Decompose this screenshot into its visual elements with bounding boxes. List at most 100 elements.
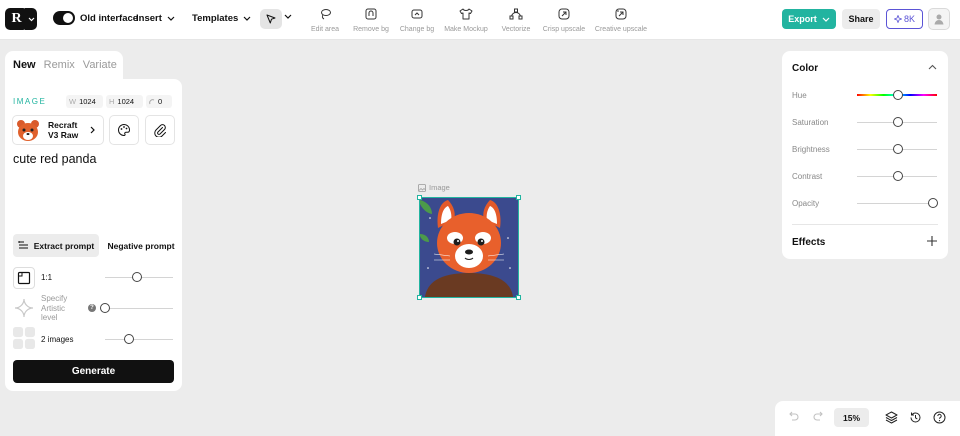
export-button[interactable]: Export xyxy=(782,9,836,29)
artistic-level-slider-knob[interactable] xyxy=(100,303,110,313)
redo-icon[interactable] xyxy=(813,410,825,422)
contrast-label: Contrast xyxy=(792,172,823,181)
user-avatar[interactable] xyxy=(928,8,950,30)
hue-slider-knob[interactable] xyxy=(893,90,903,100)
height-value: 1024 xyxy=(117,97,135,106)
old-interface-toggle[interactable] xyxy=(53,11,75,25)
tab-remix[interactable]: Remix xyxy=(40,59,79,71)
crisp-upscale-tool[interactable]: Crisp upscale xyxy=(541,7,587,33)
resize-handle-top-left[interactable] xyxy=(417,195,422,200)
creative-upscale-icon xyxy=(615,8,627,20)
generated-image[interactable] xyxy=(417,195,521,300)
credits-button[interactable]: 8K xyxy=(886,9,923,29)
extract-prompt-button[interactable]: Extract prompt xyxy=(13,234,99,257)
mode-tabs: New Remix Variate xyxy=(5,51,123,79)
vectorize-tool[interactable]: Vectorize xyxy=(497,7,535,33)
palette-icon xyxy=(118,123,131,137)
edit-area-tool[interactable]: Edit area xyxy=(307,7,343,33)
opacity-slider-knob[interactable] xyxy=(928,198,938,208)
artistic-level-slider[interactable] xyxy=(101,308,173,309)
change-bg-tool[interactable]: Change bg xyxy=(396,7,438,33)
width-field[interactable]: W 1024 xyxy=(66,95,103,108)
frame-label-text: Image xyxy=(429,183,450,192)
tab-new[interactable]: New xyxy=(5,59,40,71)
tool-label: Remove bg xyxy=(353,26,389,33)
chevron-down-icon xyxy=(25,8,37,30)
chevron-down-icon[interactable] xyxy=(284,14,292,19)
tool-label: Change bg xyxy=(399,26,435,33)
images-count-label: 2 images xyxy=(41,335,74,344)
chevron-down-icon xyxy=(822,17,830,22)
templates-menu[interactable]: Templates xyxy=(192,13,251,24)
chevron-down-icon xyxy=(167,16,175,21)
tool-label: Edit area xyxy=(310,26,340,33)
aspect-ratio-icon xyxy=(17,271,31,285)
section-label: IMAGE xyxy=(13,97,47,106)
export-label: Export xyxy=(788,14,817,24)
contrast-slider-knob[interactable] xyxy=(893,171,903,181)
share-button[interactable]: Share xyxy=(842,9,880,29)
tab-variate[interactable]: Variate xyxy=(79,59,121,71)
change-bg-icon xyxy=(411,9,423,19)
templates-label: Templates xyxy=(192,13,239,24)
help-circle-icon[interactable] xyxy=(933,411,946,424)
brightness-slider-knob[interactable] xyxy=(893,144,903,154)
style-palette-button[interactable] xyxy=(109,115,139,145)
image-icon xyxy=(418,183,426,192)
saturation-slider-knob[interactable] xyxy=(893,117,903,127)
plus-icon[interactable] xyxy=(927,236,937,246)
insert-label: Insert xyxy=(136,13,162,24)
chevron-up-icon[interactable] xyxy=(928,64,937,70)
help-icon[interactable]: ? xyxy=(88,304,96,312)
app-menu-button[interactable]: R xyxy=(5,8,40,30)
seed-icon xyxy=(149,98,155,104)
user-icon xyxy=(934,14,944,25)
bottom-controls: 15% xyxy=(775,401,960,436)
attach-button[interactable] xyxy=(145,115,175,145)
zoom-level[interactable]: 15% xyxy=(834,408,869,427)
grid-icon xyxy=(13,327,35,349)
height-field[interactable]: H 1024 xyxy=(106,95,143,108)
prompt-input[interactable]: cute red panda xyxy=(13,152,173,224)
image-count-slider[interactable] xyxy=(105,339,173,340)
hue-label: Hue xyxy=(792,91,807,100)
aspect-ratio-button[interactable] xyxy=(13,267,35,289)
height-key: H xyxy=(109,97,115,106)
top-toolbar: R Old interface Insert Templates Edit ar… xyxy=(0,0,960,40)
artistic-level-label: Specify Artistic level xyxy=(41,294,68,322)
resize-handle-bottom-right[interactable] xyxy=(516,295,521,300)
resize-handle-top-right[interactable] xyxy=(516,195,521,200)
remove-bg-tool[interactable]: Remove bg xyxy=(350,7,392,33)
undo-icon[interactable] xyxy=(787,410,799,422)
resize-handle-bottom-left[interactable] xyxy=(417,295,422,300)
frame-label: Image xyxy=(418,183,450,192)
seed-value: 0 xyxy=(158,97,163,106)
generate-button[interactable]: Generate xyxy=(13,360,174,383)
chevron-down-icon xyxy=(243,16,251,21)
negative-prompt-button[interactable]: Negative prompt xyxy=(106,234,176,257)
select-tool-button[interactable] xyxy=(260,9,282,29)
layers-icon[interactable] xyxy=(885,411,898,424)
history-icon[interactable] xyxy=(909,411,922,424)
extract-prompt-label: Extract prompt xyxy=(33,240,95,251)
generation-panel: IMAGE W 1024 H 1024 0 Recraft V3 Raw cut… xyxy=(5,79,182,391)
make-mockup-tool[interactable]: Make Mockup xyxy=(442,7,490,33)
opacity-label: Opacity xyxy=(792,199,820,208)
tool-label: Crisp upscale xyxy=(542,26,586,33)
creative-upscale-tool[interactable]: Creative upscale xyxy=(592,7,650,33)
image-count-slider-knob[interactable] xyxy=(124,334,134,344)
model-selector[interactable]: Recraft V3 Raw xyxy=(12,115,104,145)
opacity-slider[interactable] xyxy=(857,203,937,204)
effects-section-title[interactable]: Effects xyxy=(792,237,825,248)
shirt-icon xyxy=(459,8,473,20)
paperclip-icon xyxy=(154,124,166,137)
lasso-icon xyxy=(321,9,331,20)
image-count-icon-box xyxy=(13,327,35,349)
insert-menu[interactable]: Insert xyxy=(136,13,175,24)
color-section-title[interactable]: Color xyxy=(792,63,818,74)
seed-field[interactable]: 0 xyxy=(146,95,172,108)
sparkle-star-icon xyxy=(14,298,34,318)
aspect-ratio-slider-knob[interactable] xyxy=(132,272,142,282)
vectorize-icon xyxy=(509,8,523,20)
credits-label: 8K xyxy=(903,14,915,24)
